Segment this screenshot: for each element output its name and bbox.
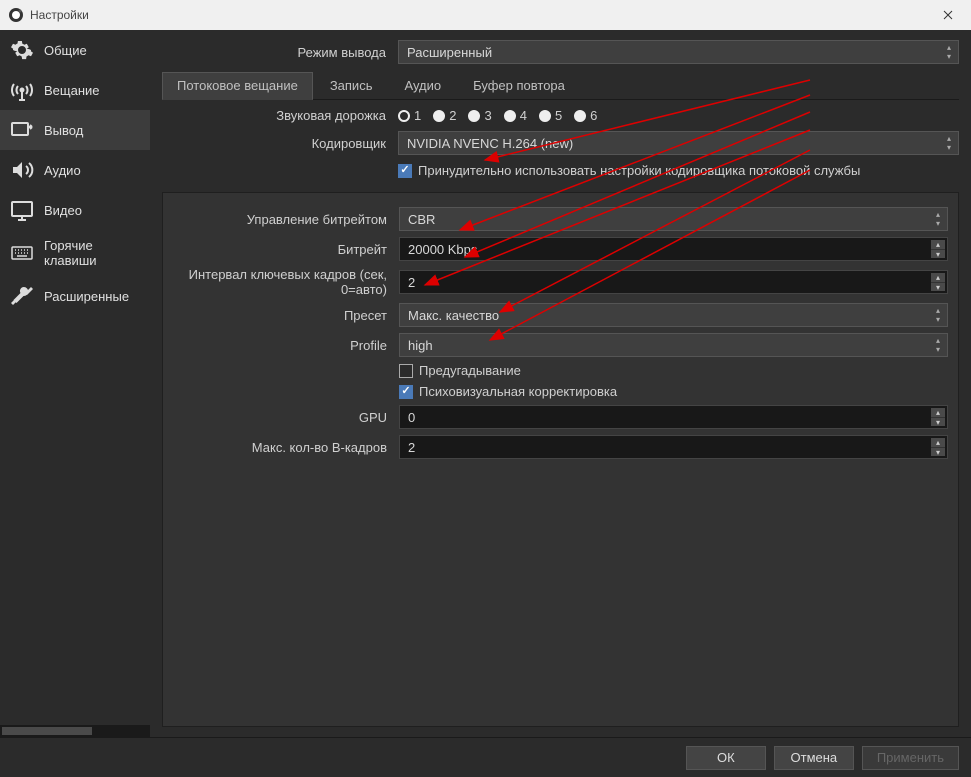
sidebar-item-advanced[interactable]: Расширенные xyxy=(0,276,150,316)
sidebar-item-label: Горячие клавиши xyxy=(44,238,140,268)
tab-replay-buffer[interactable]: Буфер повтора xyxy=(458,72,580,99)
output-mode-label: Режим вывода xyxy=(162,45,390,60)
rate-control-select[interactable]: CBR ▴▾ xyxy=(399,207,948,231)
encoder-select[interactable]: NVIDIA NVENC H.264 (new) ▴▾ xyxy=(398,131,959,155)
audio-track-label: Звуковая дорожка xyxy=(162,108,390,123)
bitrate-input[interactable]: 20000 Kbps ▴▾ xyxy=(399,237,948,261)
gpu-input[interactable]: 0 ▴▾ xyxy=(399,405,948,429)
tab-audio[interactable]: Аудио xyxy=(389,72,456,99)
window-close-button[interactable] xyxy=(925,0,971,30)
psycho-checkbox[interactable] xyxy=(399,385,413,399)
speaker-icon xyxy=(10,158,34,182)
spin-up-icon: ▴ xyxy=(931,240,945,250)
sidebar-item-general[interactable]: Общие xyxy=(0,30,150,70)
preset-label: Пресет xyxy=(163,308,391,323)
tools-icon xyxy=(10,284,34,308)
sidebar-item-label: Видео xyxy=(44,203,82,218)
profile-select[interactable]: high ▴▾ xyxy=(399,333,948,357)
enforce-encoder-checkbox[interactable] xyxy=(398,164,412,178)
cancel-button[interactable]: Отмена xyxy=(774,746,854,770)
lookahead-checkbox[interactable] xyxy=(399,364,413,378)
sidebar-item-output[interactable]: Вывод xyxy=(0,110,150,150)
audio-track-radio-2[interactable]: 2 xyxy=(433,108,456,123)
enforce-encoder-label: Принудительно использовать настройки код… xyxy=(418,163,860,178)
audio-track-radio-4[interactable]: 4 xyxy=(504,108,527,123)
sidebar-item-label: Расширенные xyxy=(44,289,129,304)
sidebar-item-audio[interactable]: Аудио xyxy=(0,150,150,190)
encoder-settings-panel: Управление битрейтом CBR ▴▾ Битрейт 2000… xyxy=(162,192,959,727)
audio-track-radio-1[interactable]: 1 xyxy=(398,108,421,123)
output-icon xyxy=(10,118,34,142)
spin-down-icon: ▾ xyxy=(931,250,945,259)
sidebar-item-label: Вывод xyxy=(44,123,83,138)
bframes-label: Макс. кол-во B-кадров xyxy=(163,440,391,455)
sidebar-item-label: Аудио xyxy=(44,163,81,178)
settings-sidebar: Общие Вещание Вывод Аудио Видео xyxy=(0,30,150,737)
sidebar-item-label: Общие xyxy=(44,43,87,58)
bframes-input[interactable]: 2 ▴▾ xyxy=(399,435,948,459)
audio-track-radios: 1 2 3 4 5 6 xyxy=(398,108,597,123)
window-title: Настройки xyxy=(30,8,89,22)
bitrate-label: Битрейт xyxy=(163,242,391,257)
settings-content: Режим вывода Расширенный ▴▾ Потоковое ве… xyxy=(150,30,971,737)
keyframe-input[interactable]: 2 ▴▾ xyxy=(399,270,948,294)
tab-streaming[interactable]: Потоковое вещание xyxy=(162,72,313,100)
rate-control-label: Управление битрейтом xyxy=(163,212,391,227)
sidebar-scrollbar[interactable] xyxy=(0,725,150,737)
app-icon xyxy=(8,7,24,23)
window-titlebar: Настройки xyxy=(0,0,971,30)
monitor-icon xyxy=(10,198,34,222)
profile-label: Profile xyxy=(163,338,391,353)
keyboard-icon xyxy=(10,241,34,265)
audio-track-radio-6[interactable]: 6 xyxy=(574,108,597,123)
output-tabs: Потоковое вещание Запись Аудио Буфер пов… xyxy=(162,72,959,100)
gear-icon xyxy=(10,38,34,62)
gpu-label: GPU xyxy=(163,410,391,425)
output-mode-select[interactable]: Расширенный ▴▾ xyxy=(398,40,959,64)
keyframe-label: Интервал ключевых кадров (сек, 0=авто) xyxy=(163,267,391,297)
lookahead-label: Предугадывание xyxy=(419,363,521,378)
audio-track-radio-5[interactable]: 5 xyxy=(539,108,562,123)
antenna-icon xyxy=(10,78,34,102)
preset-select[interactable]: Макс. качество ▴▾ xyxy=(399,303,948,327)
tab-recording[interactable]: Запись xyxy=(315,72,388,99)
ok-button[interactable]: ОК xyxy=(686,746,766,770)
sidebar-item-label: Вещание xyxy=(44,83,100,98)
dialog-footer: ОК Отмена Применить xyxy=(0,737,971,777)
sidebar-item-stream[interactable]: Вещание xyxy=(0,70,150,110)
psycho-label: Психовизуальная корректировка xyxy=(419,384,617,399)
sidebar-item-hotkeys[interactable]: Горячие клавиши xyxy=(0,230,150,276)
sidebar-item-video[interactable]: Видео xyxy=(0,190,150,230)
apply-button[interactable]: Применить xyxy=(862,746,959,770)
encoder-label: Кодировщик xyxy=(162,136,390,151)
audio-track-radio-3[interactable]: 3 xyxy=(468,108,491,123)
